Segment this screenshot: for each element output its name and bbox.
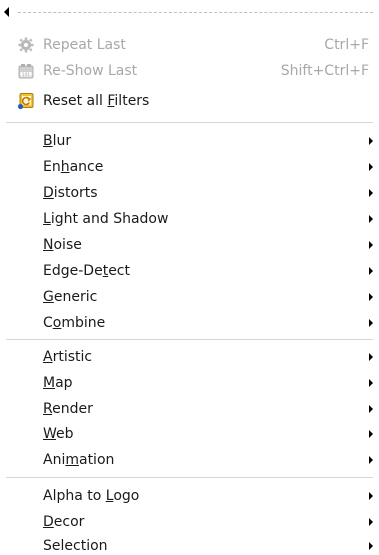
menu-item-label: Selection	[43, 538, 108, 554]
menu-item-label: Animation	[43, 452, 115, 468]
menu-item-label: Combine	[43, 315, 106, 331]
menu-item-label: Decor	[43, 514, 85, 530]
menu-item-label: Blur	[43, 133, 72, 149]
back-arrow-icon[interactable]	[4, 7, 9, 17]
submenu-arrow-icon	[369, 215, 373, 223]
menu-item-label: Artistic	[43, 349, 93, 365]
menu-item-label: Edge-Detect	[43, 263, 130, 279]
menu-item-artistic[interactable]: Artistic	[0, 344, 379, 370]
submenu-arrow-icon	[369, 137, 373, 145]
submenu-arrow-icon	[369, 542, 373, 550]
submenu-arrow-icon	[369, 353, 373, 361]
menu-item-reshow-last[interactable]: 101 Re-Show Last Shift+Ctrl+F	[0, 58, 379, 84]
menu-item-label: Web	[43, 426, 74, 442]
submenu-arrow-icon	[369, 492, 373, 500]
reshow-icon: 101	[17, 62, 35, 80]
menu-item-render[interactable]: Render	[0, 396, 379, 422]
submenu-arrow-icon	[369, 267, 373, 275]
menu-item-noise[interactable]: Noise	[0, 232, 379, 258]
submenu-arrow-icon	[369, 430, 373, 438]
menu-item-edge-detect[interactable]: Edge-Detect	[0, 258, 379, 284]
menu-item-label: Alpha to Logo	[43, 488, 140, 504]
shortcut-label: Shift+Ctrl+F	[280, 63, 369, 79]
menu-item-label: Re-Show Last	[43, 63, 138, 79]
shortcut-label: Ctrl+F	[324, 37, 369, 53]
submenu-arrow-icon	[369, 241, 373, 249]
submenu-arrow-icon	[369, 293, 373, 301]
menu-item-map[interactable]: Map	[0, 370, 379, 396]
menu-item-enhance[interactable]: Enhance	[0, 154, 379, 180]
filters-menu: Repeat Last Ctrl+F 101 Re-Show Last Shif…	[0, 0, 379, 555]
reset-icon	[17, 92, 35, 110]
tearoff-dashed-line	[18, 12, 373, 13]
submenu-arrow-icon	[369, 456, 373, 464]
tearoff-bar[interactable]	[0, 6, 379, 18]
separator	[6, 339, 373, 340]
menu-item-combine[interactable]: Combine	[0, 310, 379, 336]
menu-item-label: Distorts	[43, 185, 98, 201]
menu-item-alpha-to-logo[interactable]: Alpha to Logo	[0, 483, 379, 509]
menu-item-animation[interactable]: Animation	[0, 447, 379, 473]
menu-item-label: Reset all Filters	[43, 93, 150, 109]
menu-item-distorts[interactable]: Distorts	[0, 180, 379, 206]
menu-item-web[interactable]: Web	[0, 421, 379, 447]
submenu-arrow-icon	[369, 379, 373, 387]
menu-item-label: Repeat Last	[43, 37, 126, 53]
menu-item-repeat-last[interactable]: Repeat Last Ctrl+F	[0, 32, 379, 58]
menu-item-label: Map	[43, 375, 73, 391]
separator	[6, 122, 373, 123]
menu-item-reset-all-filters[interactable]: Reset all Filters	[0, 88, 379, 114]
menu-item-label: Render	[43, 401, 93, 417]
submenu-arrow-icon	[369, 319, 373, 327]
menu-item-label: Enhance	[43, 159, 104, 175]
menu-item-decor[interactable]: Decor	[0, 509, 379, 535]
menu-item-selection[interactable]: Selection	[0, 533, 379, 555]
submenu-arrow-icon	[369, 163, 373, 171]
menu-item-label: Noise	[43, 237, 82, 253]
submenu-arrow-icon	[369, 189, 373, 197]
menu-item-generic[interactable]: Generic	[0, 284, 379, 310]
menu-item-light-and-shadow[interactable]: Light and Shadow	[0, 206, 379, 232]
submenu-arrow-icon	[369, 405, 373, 413]
gear-icon	[17, 36, 35, 54]
menu-item-label: Light and Shadow	[43, 211, 169, 227]
menu-item-label: Generic	[43, 289, 98, 305]
svg-text:101: 101	[22, 72, 31, 78]
submenu-arrow-icon	[369, 518, 373, 526]
separator	[6, 477, 373, 478]
menu-item-blur[interactable]: Blur	[0, 128, 379, 154]
